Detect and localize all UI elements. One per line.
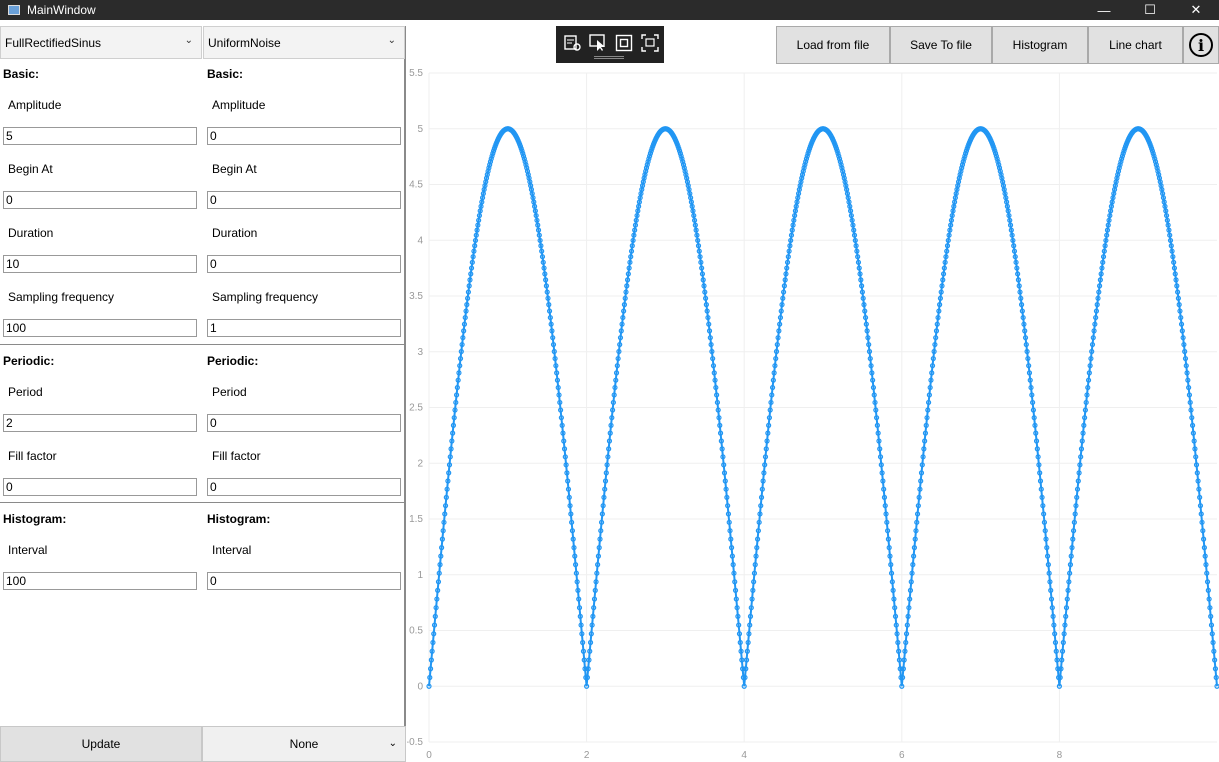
maximize-button[interactable]: ☐ xyxy=(1127,0,1173,20)
signal1-fill-input[interactable] xyxy=(3,478,197,496)
x-axis-ticks: 0 2 4 6 8 xyxy=(426,750,1062,761)
signal1-begin-input[interactable] xyxy=(3,191,197,209)
sampling-label: Sampling frequency xyxy=(212,290,319,304)
period-label: Period xyxy=(212,385,247,399)
signal1-type-value: FullRectifiedSinus xyxy=(5,35,102,50)
basic-section-title: Basic: xyxy=(207,67,244,81)
amplitude-label: Amplitude xyxy=(8,98,62,112)
y-tick-label: 2.5 xyxy=(409,403,423,414)
edit-chart-icon[interactable] xyxy=(562,34,582,52)
signal2-begin-input[interactable] xyxy=(207,191,401,209)
histogram-button[interactable]: Histogram xyxy=(992,26,1088,64)
x-tick-label: 4 xyxy=(741,750,747,761)
y-tick-label: 3 xyxy=(417,347,423,358)
minimize-button[interactable]: — xyxy=(1081,0,1127,20)
operation-dropdown[interactable]: None ⌄ xyxy=(202,726,406,762)
chevron-down-icon: ⌄ xyxy=(387,35,396,46)
x-tick-label: 8 xyxy=(1057,750,1063,761)
periodic-section-title: Periodic: xyxy=(3,354,55,368)
select-pointer-icon[interactable] xyxy=(588,34,608,52)
screenshot-icon[interactable] xyxy=(640,34,660,52)
basic-section-title: Basic: xyxy=(3,67,40,81)
update-button-label: Update xyxy=(81,737,121,751)
zoom-fit-icon[interactable] xyxy=(614,34,634,52)
histogram-section-title: Histogram: xyxy=(3,512,67,526)
duration-label: Duration xyxy=(212,226,258,240)
y-tick-label: 2 xyxy=(417,458,423,469)
section-divider xyxy=(0,344,406,345)
y-axis-ticks: -0.5 0 0.5 1 1.5 2 2.5 3 3.5 4 4.5 5 5.5 xyxy=(407,68,423,748)
y-tick-label: 5 xyxy=(417,124,423,135)
fill-factor-label: Fill factor xyxy=(212,449,261,463)
signal2-type-value: UniformNoise xyxy=(208,35,281,50)
y-tick-label: 0 xyxy=(417,681,423,692)
x-tick-label: 0 xyxy=(426,750,432,761)
y-tick-label: 1.5 xyxy=(409,514,423,525)
load-from-file-button[interactable]: Load from file xyxy=(776,26,890,64)
parameters-panel: FullRectifiedSinus ⌄ Basic: Amplitude Be… xyxy=(0,26,406,762)
chevron-down-icon: ⌄ xyxy=(184,35,193,46)
app-icon xyxy=(8,5,20,15)
signal2-interval-input[interactable] xyxy=(207,572,401,590)
section-divider xyxy=(0,502,406,503)
signal2-duration-input[interactable] xyxy=(207,255,401,273)
interval-label: Interval xyxy=(8,543,48,557)
y-tick-label: 0.5 xyxy=(409,626,423,637)
signal1-amplitude-input[interactable] xyxy=(3,127,197,145)
chevron-down-icon: ⌄ xyxy=(388,738,397,749)
histogram-section-title: Histogram: xyxy=(207,512,271,526)
toolbar-grip[interactable] xyxy=(594,56,624,59)
amplitude-label: Amplitude xyxy=(212,98,266,112)
signal2-period-input[interactable] xyxy=(207,414,401,432)
duration-label: Duration xyxy=(8,226,54,240)
interval-label: Interval xyxy=(212,543,252,557)
chart-toolbar xyxy=(556,26,664,63)
window-controls: — ☐ ✕ xyxy=(1081,0,1219,20)
info-icon: i xyxy=(1189,33,1213,57)
signal-chart[interactable]: -0.500.511.522.533.544.555.5 02468 xyxy=(407,64,1219,762)
signal1-column: FullRectifiedSinus ⌄ Basic: Amplitude Be… xyxy=(0,26,203,762)
x-tick-label: 2 xyxy=(584,750,590,761)
signal2-sampling-input[interactable] xyxy=(207,319,401,337)
line-chart-button[interactable]: Line chart xyxy=(1088,26,1183,64)
close-button[interactable]: ✕ xyxy=(1173,0,1219,20)
operation-value: None xyxy=(289,737,319,751)
chart-grid xyxy=(428,72,1217,743)
save-to-file-button[interactable]: Save To file xyxy=(890,26,992,64)
y-tick-label: 3.5 xyxy=(409,291,423,302)
y-tick-label: 4 xyxy=(417,235,423,246)
window-title: MainWindow xyxy=(27,3,96,17)
y-tick-label: -0.5 xyxy=(407,737,423,748)
signal2-column: UniformNoise ⌄ Basic: Amplitude Begin At… xyxy=(203,26,406,762)
signal1-period-input[interactable] xyxy=(3,414,197,432)
info-button[interactable]: i xyxy=(1183,26,1219,64)
x-tick-label: 6 xyxy=(899,750,905,761)
signal2-amplitude-input[interactable] xyxy=(207,127,401,145)
period-label: Period xyxy=(8,385,43,399)
periodic-section-title: Periodic: xyxy=(207,354,259,368)
signal2-fill-input[interactable] xyxy=(207,478,401,496)
signal1-interval-input[interactable] xyxy=(3,572,197,590)
signal1-sampling-input[interactable] xyxy=(3,319,197,337)
fill-factor-label: Fill factor xyxy=(8,449,57,463)
signal1-type-dropdown[interactable]: FullRectifiedSinus ⌄ xyxy=(0,26,202,59)
y-tick-label: 5.5 xyxy=(409,68,423,79)
y-tick-label: 1 xyxy=(417,570,423,581)
signal2-type-dropdown[interactable]: UniformNoise ⌄ xyxy=(203,26,405,59)
title-bar: MainWindow — ☐ ✕ xyxy=(0,0,1219,20)
sampling-label: Sampling frequency xyxy=(8,290,115,304)
y-tick-label: 4.5 xyxy=(409,180,423,191)
begin-label: Begin At xyxy=(212,162,257,176)
begin-label: Begin At xyxy=(8,162,53,176)
signal1-duration-input[interactable] xyxy=(3,255,197,273)
update-button[interactable]: Update xyxy=(0,726,202,762)
